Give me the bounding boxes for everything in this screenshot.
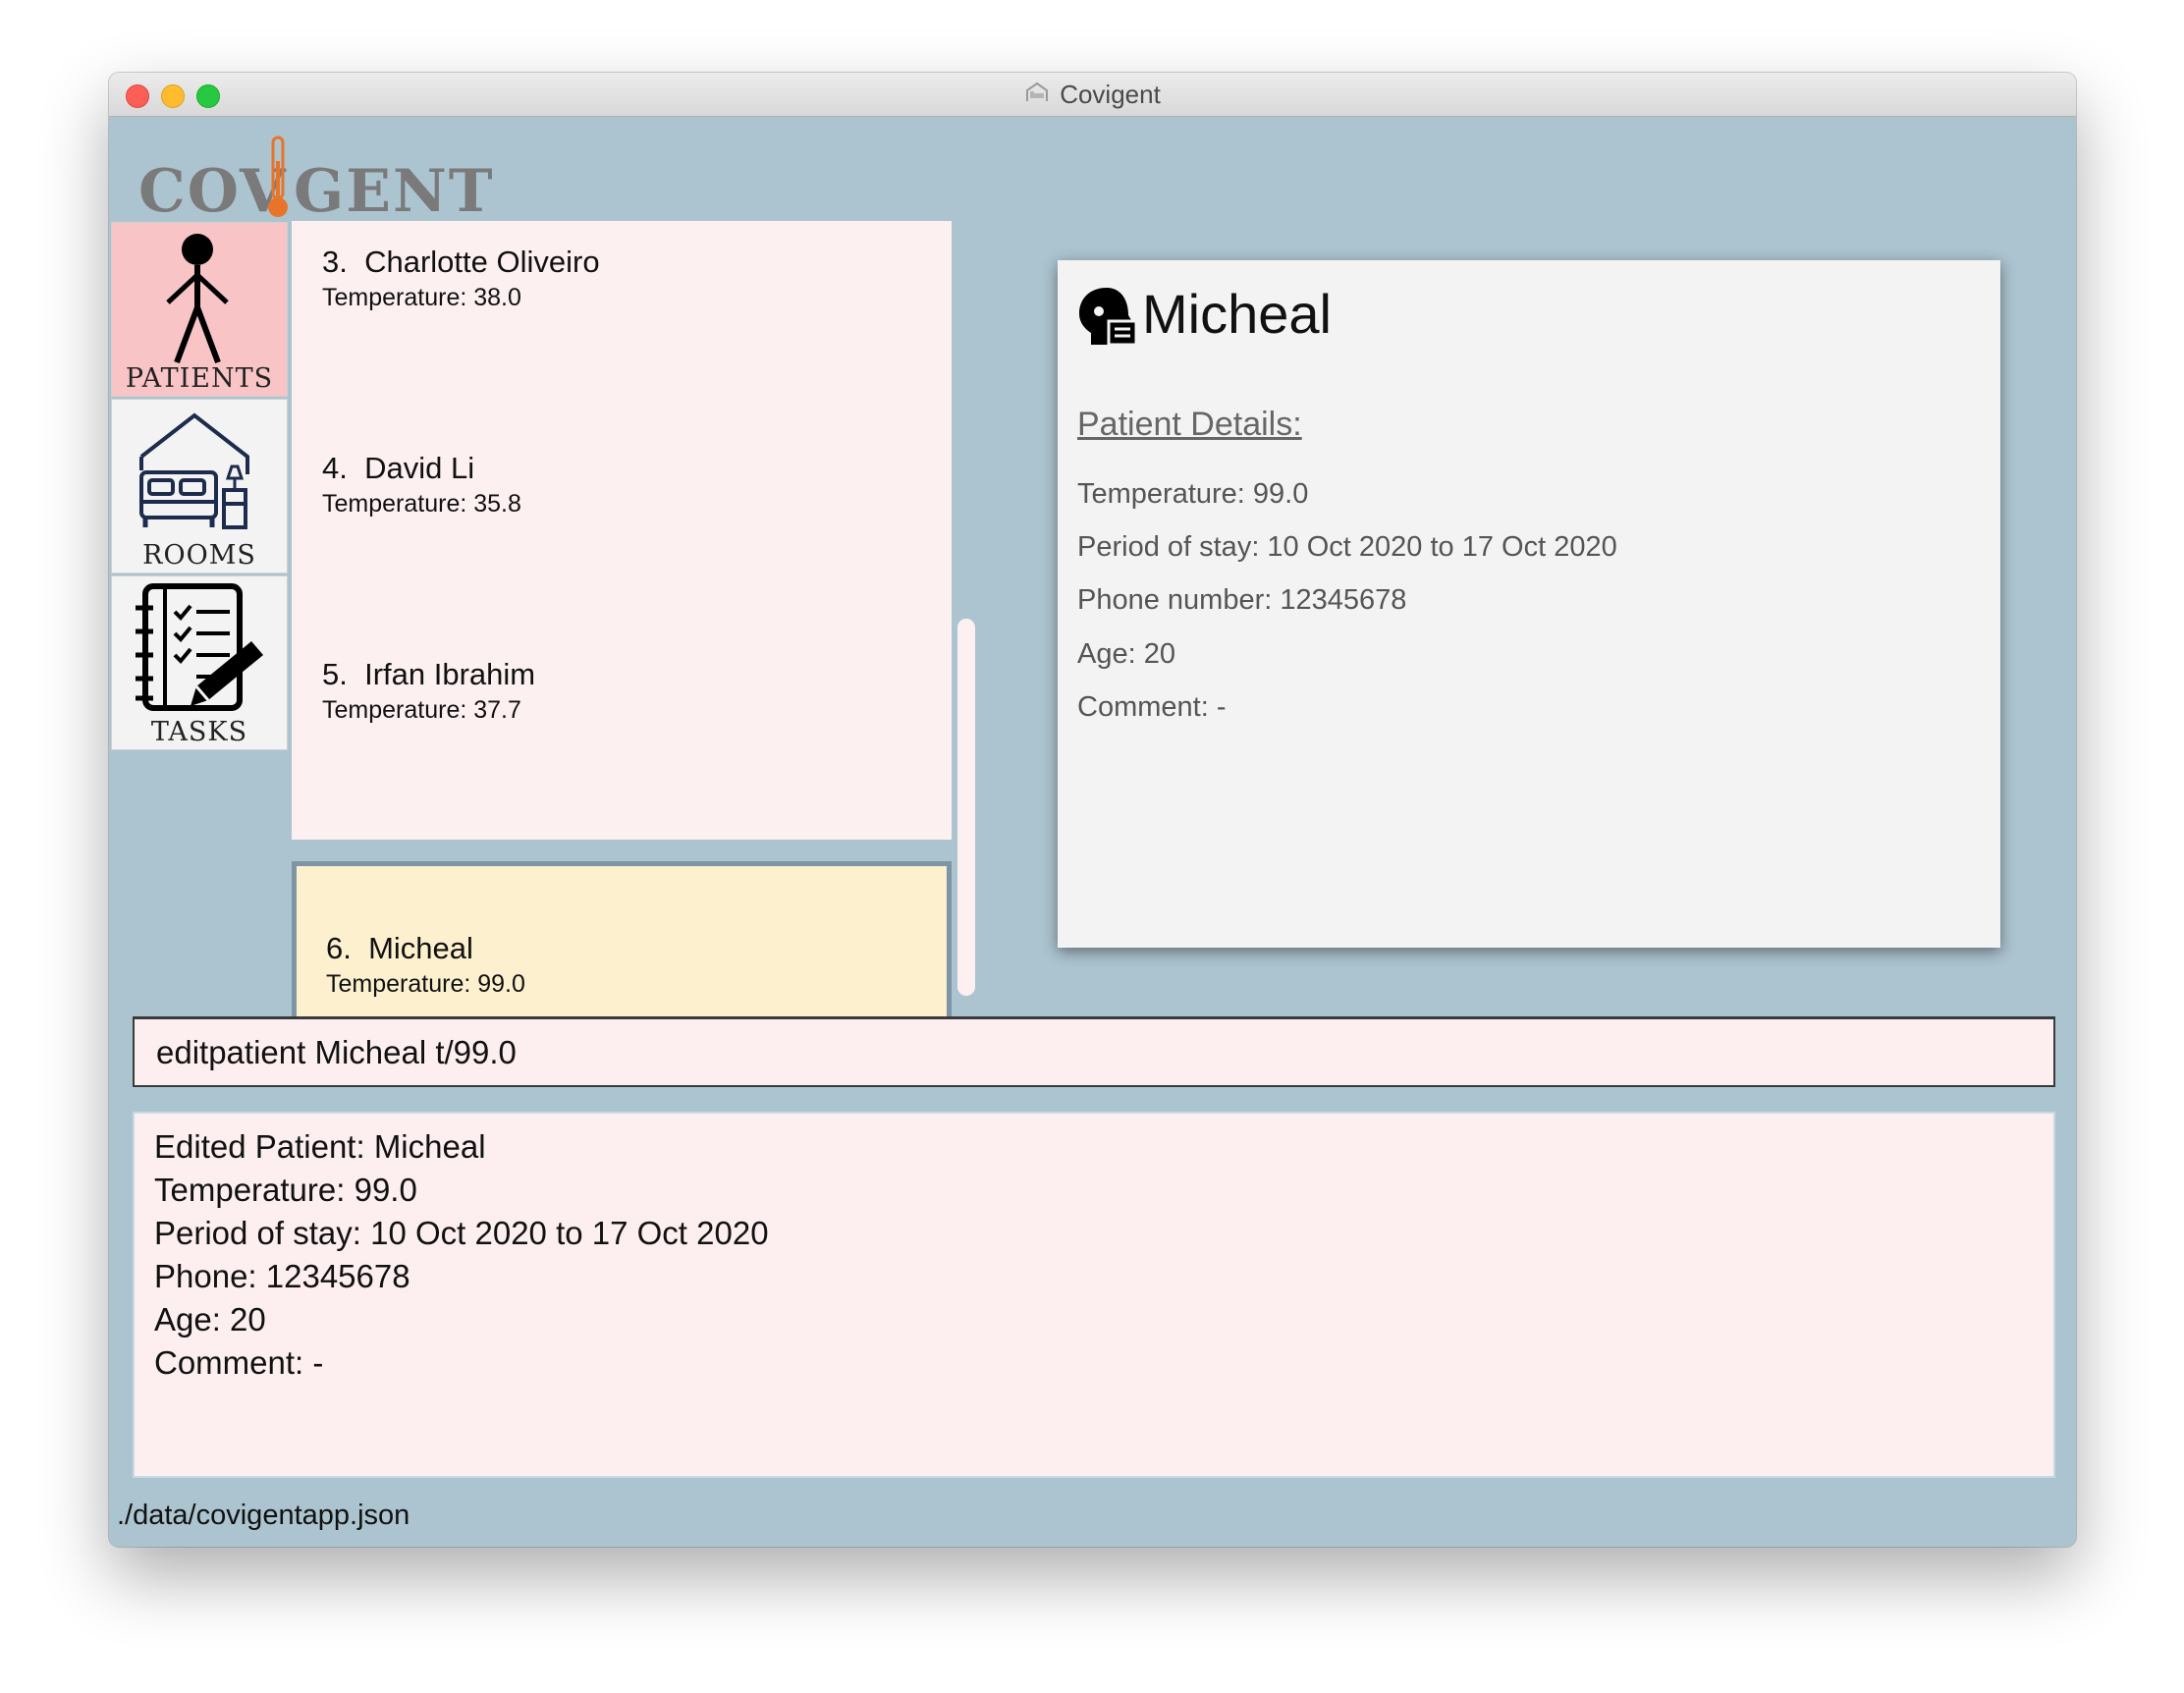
title-bar[interactable]: Covigent <box>109 73 2076 117</box>
result-line: Period of stay: 10 Oct 2020 to 17 Oct 20… <box>154 1215 769 1251</box>
patient-list[interactable]: 3. Charlotte Oliveiro Temperature: 38.0 … <box>292 221 952 1074</box>
patient-card-temperature: Temperature: 35.8 <box>322 490 521 518</box>
person-icon <box>166 234 229 364</box>
result-line: Comment: - <box>154 1344 324 1381</box>
patient-head-icon <box>1079 288 1138 347</box>
patient-list-scrollbar[interactable] <box>957 619 975 996</box>
app-logo: COV GENT <box>138 134 492 229</box>
result-line: Phone: 12345678 <box>154 1258 410 1294</box>
tab-rooms[interactable]: ROOMS <box>111 399 288 573</box>
window-title: Covigent <box>1060 79 1161 109</box>
app-window: Covigent COV GENT PATIENTS ROOMS TASKS 3… <box>109 73 2076 1547</box>
patient-card-title: 3. Charlotte Oliveiro <box>322 245 600 279</box>
patient-card[interactable]: 4. David Li Temperature: 35.8 <box>292 427 952 633</box>
patient-card-temperature: Temperature: 38.0 <box>322 284 521 311</box>
patient-detail-name: Micheal <box>1142 283 1332 345</box>
patient-card-title: 5. Irfan Ibrahim <box>322 657 536 691</box>
detail-temperature: Temperature: 99.0 <box>1077 478 1309 510</box>
patient-card[interactable]: 5. Irfan Ibrahim Temperature: 37.7 <box>292 633 952 840</box>
patient-card-title: 4. David Li <box>322 451 475 485</box>
tab-rooms-label: ROOMS <box>142 540 256 571</box>
app-icon <box>1024 82 1050 108</box>
detail-period-of-stay: Period of stay: 10 Oct 2020 to 17 Oct 20… <box>1077 531 1617 563</box>
detail-comment: Comment: - <box>1077 691 1227 723</box>
checklist-icon <box>136 583 263 711</box>
result-display[interactable]: Edited Patient: Micheal Temperature: 99.… <box>133 1112 2055 1478</box>
patient-card-temperature: Temperature: 99.0 <box>326 970 525 998</box>
result-line: Temperature: 99.0 <box>154 1172 417 1208</box>
svg-text:COV: COV <box>138 157 288 224</box>
status-bar-file-path: ./data/covigentapp.json <box>117 1500 410 1531</box>
detail-age: Age: 20 <box>1077 638 1175 670</box>
tab-patients-label: PATIENTS <box>125 363 274 394</box>
patient-details-heading: Patient Details: <box>1077 406 1302 443</box>
command-input[interactable] <box>133 1016 2055 1087</box>
tab-patients[interactable]: PATIENTS <box>111 222 288 397</box>
svg-text:GENT: GENT <box>294 157 492 224</box>
bed-icon <box>139 412 249 529</box>
detail-phone: Phone number: 12345678 <box>1077 584 1407 616</box>
patient-card-title: 6. Micheal <box>326 931 473 965</box>
patient-card[interactable]: 3. Charlotte Oliveiro Temperature: 38.0 <box>292 221 952 427</box>
patient-detail-panel: Micheal Patient Details: Temperature: 99… <box>1058 260 2000 948</box>
tab-tasks[interactable]: TASKS <box>111 575 288 750</box>
result-line: Edited Patient: Micheal <box>154 1128 486 1165</box>
tab-tasks-label: TASKS <box>150 717 248 747</box>
patient-card-temperature: Temperature: 37.7 <box>322 696 521 724</box>
result-line: Age: 20 <box>154 1301 266 1338</box>
